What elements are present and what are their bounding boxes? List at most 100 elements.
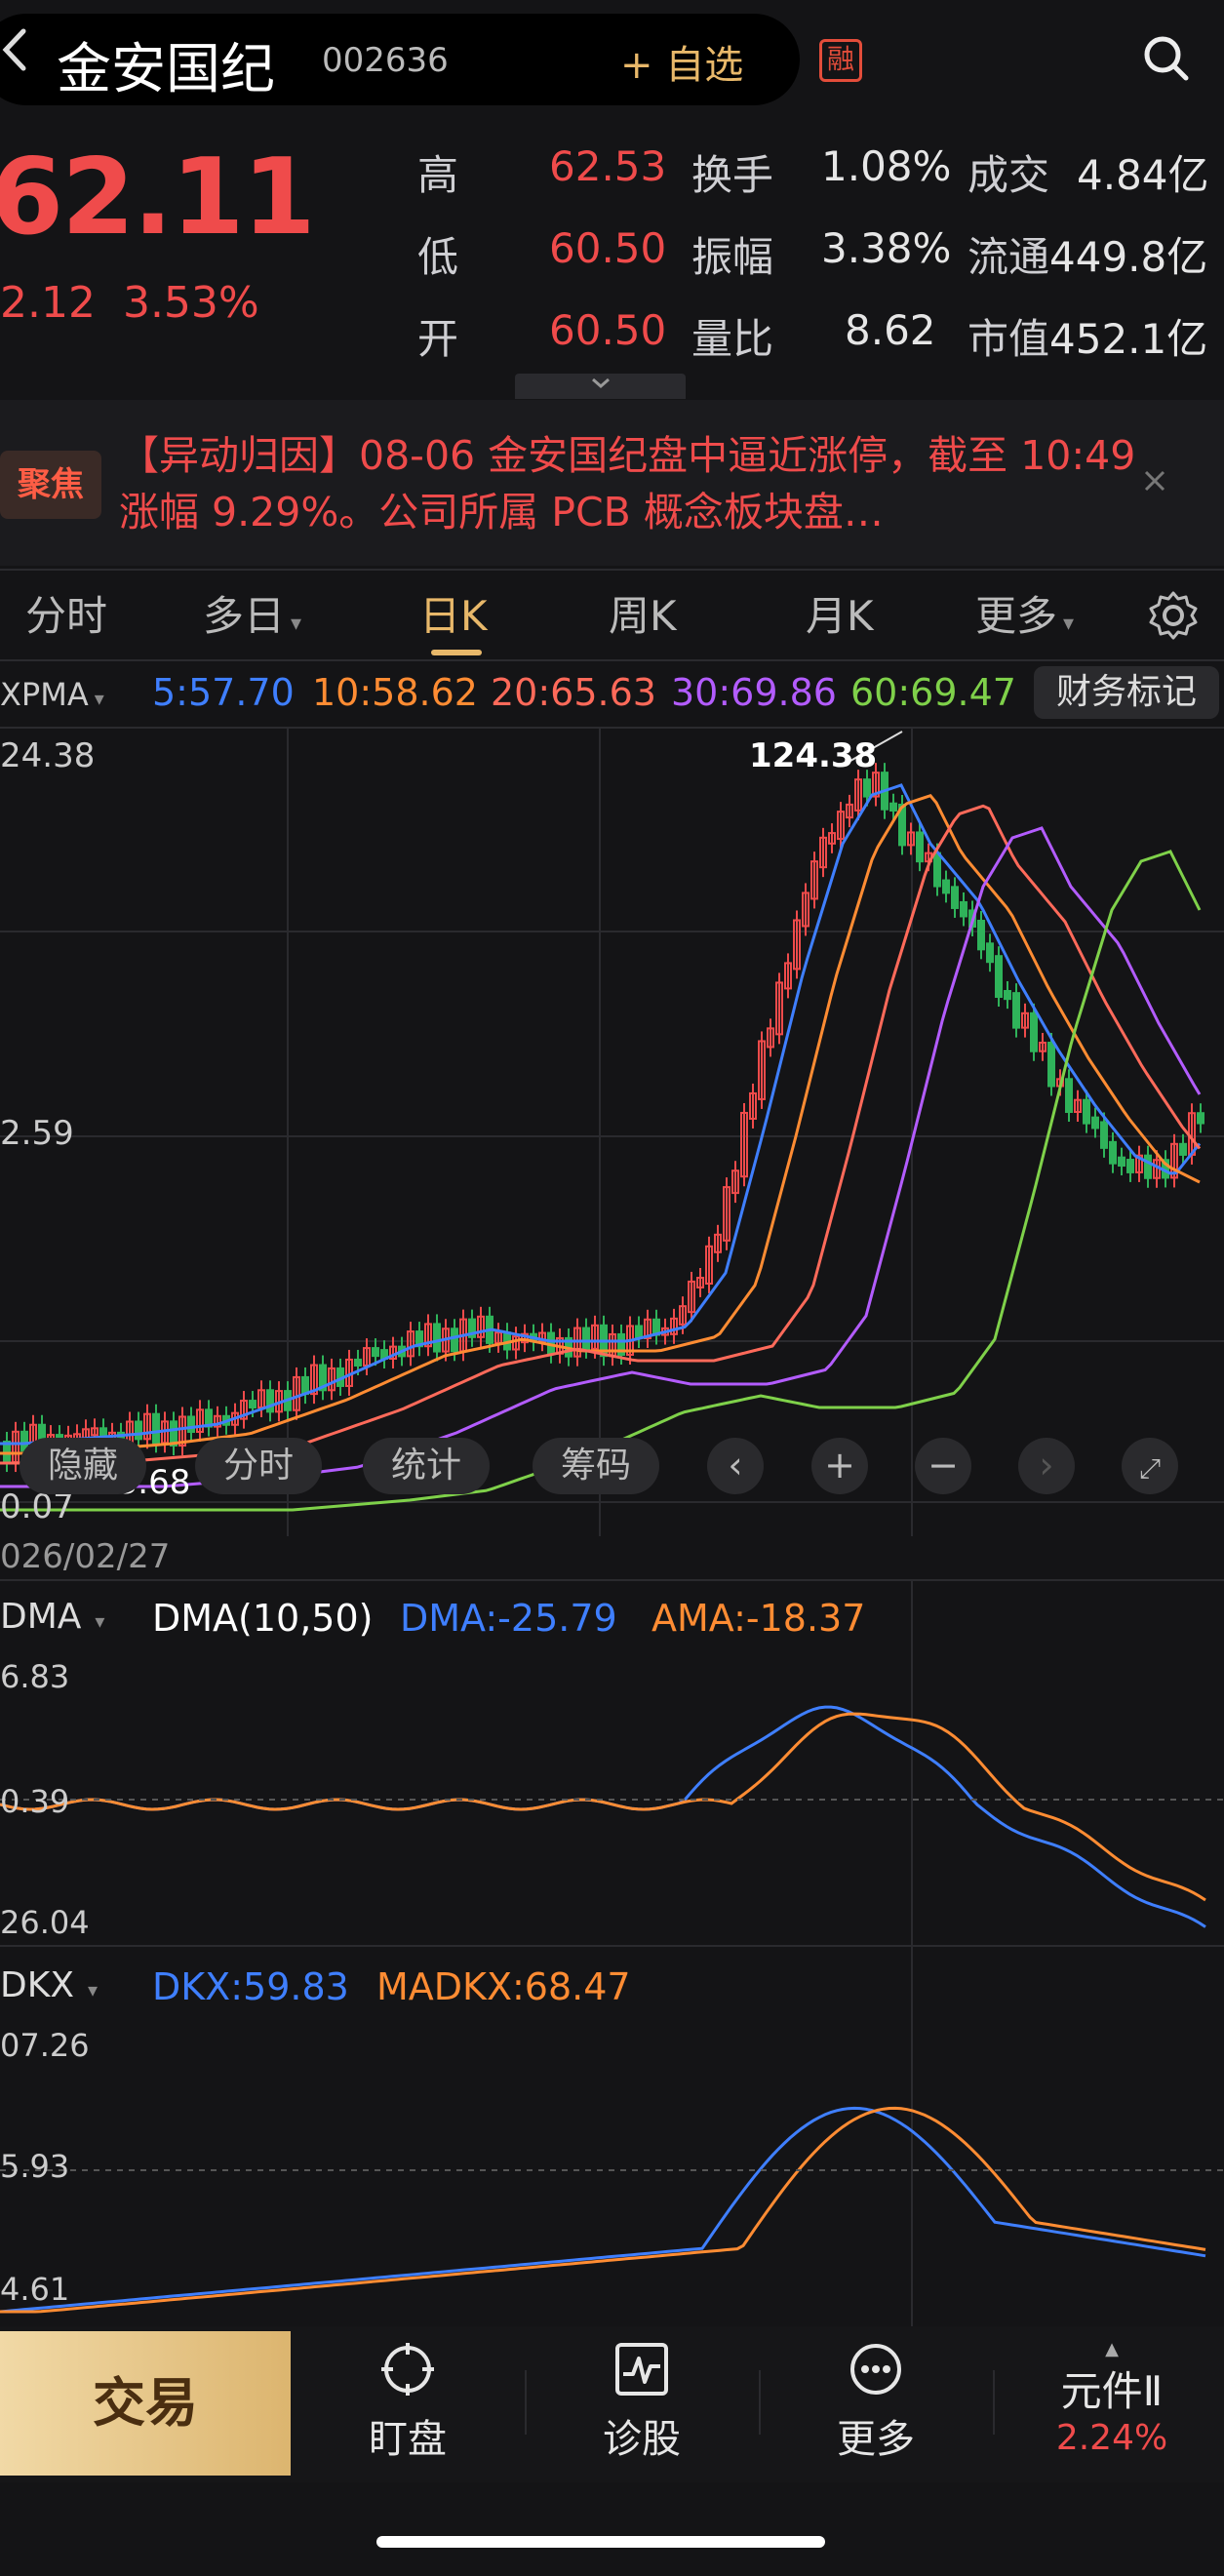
finance-marks-button[interactable]: 财务标记 [1034, 666, 1219, 719]
divider [993, 2370, 995, 2435]
dkx-axis-low: 4.61 [0, 2271, 70, 2308]
candlestick [1030, 1011, 1038, 1052]
dma-axis-top: 6.83 [0, 1658, 70, 1695]
prev-button[interactable]: ‹ [707, 1438, 764, 1494]
candlestick [1083, 1098, 1090, 1125]
sector-button[interactable]: ▲ 元件Ⅱ 2.24% [1024, 2339, 1200, 2459]
close-icon [1144, 470, 1165, 492]
zoom-in-button[interactable]: + [811, 1438, 868, 1494]
price-change: 2.12 3.53% [0, 278, 259, 328]
tab-multiday[interactable]: 多日 ▾ [203, 583, 301, 643]
candlestick [863, 778, 871, 798]
kline-chart-area[interactable] [0, 727, 1224, 2326]
next-button[interactable]: › [1018, 1438, 1075, 1494]
plus-icon: + [824, 1444, 855, 1486]
active-tab-indicator [431, 650, 482, 655]
candlestick [960, 900, 967, 918]
candlestick [1144, 1154, 1152, 1179]
news-close-button[interactable] [1141, 464, 1168, 503]
margin-badge[interactable]: 融 [819, 39, 862, 82]
tab-intraday[interactable]: 分时 [25, 583, 107, 643]
candlestick [995, 955, 1003, 999]
candlestick [266, 1389, 274, 1413]
grid [0, 727, 1224, 2326]
crosshair-icon [381, 2343, 434, 2396]
candlestick [152, 1412, 160, 1445]
top-bar: 金安国纪 002636 + 自选 融 [0, 0, 1224, 117]
tab-more[interactable]: 更多 ▾ [975, 583, 1074, 643]
chart-settings-button[interactable] [1147, 589, 1200, 642]
quote-label: 成交 [967, 151, 1050, 199]
news-text[interactable]: 【异动归因】08-06 金安国纪盘中逼近涨停，截至 10:49 涨幅 9.29%… [119, 427, 1143, 540]
watch-label: 盯盘 [369, 2417, 447, 2462]
tab-weekly-k[interactable]: 周K [609, 583, 677, 643]
diagnose-button[interactable]: 诊股 [554, 2341, 730, 2464]
stock-code: 002636 [322, 41, 449, 80]
hide-button[interactable]: 隐藏 [20, 1438, 146, 1494]
chevron-up-icon: ▲ [1105, 2339, 1119, 2359]
more-label: 更多 [837, 2417, 915, 2462]
minus-icon: − [928, 1444, 959, 1486]
dkx-indicator-select[interactable]: DKX ▾ [0, 1965, 98, 2005]
sector-name: 元件Ⅱ [1060, 2367, 1164, 2415]
ama-line [0, 1712, 1206, 1902]
axis-top-label: 24.38 [0, 736, 96, 775]
dkx-axis-mid: 5.93 [0, 2148, 70, 2185]
quote-label: 高 [417, 151, 459, 199]
dma-indicator-select[interactable]: DMA ▾ [0, 1597, 104, 1637]
candlestick [372, 1347, 379, 1358]
dropdown-icon: ▾ [94, 687, 104, 710]
candlestick [1179, 1142, 1187, 1156]
candlestick [249, 1400, 257, 1408]
quote-value: 4.84亿 [1077, 151, 1209, 199]
search-button[interactable] [1141, 33, 1192, 84]
candlestick [1118, 1156, 1125, 1168]
quote-value: 60.50 [549, 306, 667, 354]
xpma-30: 30:69.86 [671, 671, 837, 714]
quote-label: 振幅 [691, 233, 774, 281]
candlestick [1012, 992, 1020, 1029]
main-indicator-name: XPMA [0, 676, 89, 713]
tab-daily-k[interactable]: 日K [419, 583, 488, 643]
chevron-down-icon [591, 377, 610, 388]
chevron-right-icon: › [1039, 1444, 1054, 1486]
divider [525, 2370, 527, 2435]
stock-name: 金安国纪 [57, 38, 275, 101]
sector-change: 2.24% [1055, 2418, 1168, 2458]
watch-button[interactable]: 盯盘 [320, 2341, 495, 2464]
quote-label: 换手 [691, 151, 774, 199]
expand-quote-button[interactable] [515, 374, 686, 399]
madkx-value: MADKX:68.47 [376, 1965, 631, 2008]
quote-value: 3.38% [821, 224, 952, 272]
tab-monthly-k[interactable]: 月K [806, 583, 874, 643]
candlesticks [3, 763, 1204, 1473]
news-badge: 聚焦 [0, 451, 101, 519]
fullscreen-button[interactable]: ⤢ [1122, 1438, 1178, 1494]
current-price: 62.11 [0, 137, 316, 258]
add-watchlist-button[interactable]: + 自选 [620, 33, 743, 90]
dkx-axis-top: 07.26 [0, 2027, 90, 2064]
stats-button[interactable]: 统计 [363, 1438, 490, 1494]
quote-value: 62.53 [549, 142, 667, 190]
intraday-button[interactable]: 分时 [195, 1438, 322, 1494]
date-left-label: 026/02/27 [0, 1537, 171, 1576]
back-button[interactable] [0, 27, 29, 83]
candlestick [986, 942, 994, 964]
dropdown-icon: ▾ [95, 1609, 105, 1633]
candlestick [1197, 1112, 1204, 1125]
quote-label: 量比 [691, 315, 774, 363]
candlestick [1109, 1140, 1117, 1165]
tab-label: 多日 [203, 592, 286, 640]
chips-button[interactable]: 筹码 [533, 1438, 659, 1494]
trade-button[interactable]: 交易 [0, 2331, 291, 2476]
candlestick [1047, 1041, 1055, 1088]
dma-axis-mid: 0.39 [0, 1783, 70, 1820]
axis-mid-label: 2.59 [0, 1114, 74, 1153]
dma-lines [0, 1705, 1206, 1928]
candlestick [582, 1327, 590, 1350]
main-indicator-select[interactable]: XPMA ▾ [0, 671, 104, 714]
tab-dropdown-mark: ▾ [291, 612, 302, 636]
more-button[interactable]: 更多 [788, 2341, 964, 2464]
candlestick [889, 802, 897, 812]
zoom-out-button[interactable]: − [915, 1438, 971, 1494]
